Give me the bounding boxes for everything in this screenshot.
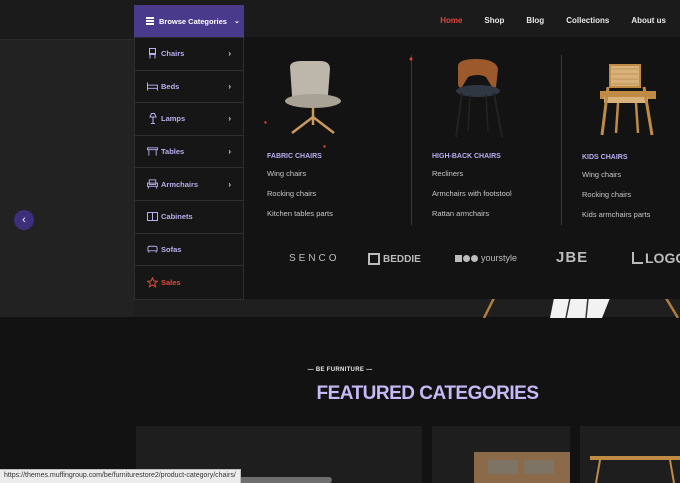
menu-link[interactable]: Rocking chairs <box>582 190 650 199</box>
menu-column-fabric-chairs: FABRIC CHAIRS Wing chairs Rocking chairs… <box>267 153 333 229</box>
chair-icon <box>147 48 158 59</box>
category-label: Sales <box>161 277 181 287</box>
hero-left-panel <box>0 40 134 317</box>
category-card[interactable] <box>432 426 570 483</box>
menu-column-kids-chairs: KIDS CHAIRS Wing chairs Rocking chairs K… <box>582 154 650 230</box>
slider-prev-button[interactable]: ‹ <box>14 210 34 230</box>
brand-logos: SENCO BEDDIE yourstyle JBE LOGO <box>244 249 680 273</box>
category-lamps[interactable]: Lamps › <box>135 103 243 136</box>
menu-link[interactable]: Rocking chairs <box>267 189 333 198</box>
nav-blog[interactable]: Blog <box>526 16 544 25</box>
brand-logo-beddie[interactable]: BEDDIE <box>368 253 421 265</box>
logo-logo-icon <box>632 252 643 264</box>
menu-link[interactable]: Kitchen tables parts <box>267 209 333 218</box>
fabric-chair-image <box>285 61 341 134</box>
decor-dot <box>264 121 267 124</box>
category-label: Tables <box>161 147 185 157</box>
sofa-icon <box>147 244 158 255</box>
menu-link[interactable]: Wing chairs <box>582 170 650 179</box>
browse-categories-button[interactable]: Browse Categories ⌄ <box>134 5 244 37</box>
category-cabinets[interactable]: Cabinets <box>135 201 243 234</box>
brand-logo-jbe[interactable]: JBE <box>556 249 588 266</box>
category-label: Chairs <box>161 49 185 59</box>
section-title: FEATURED CATEGORIES <box>316 383 539 404</box>
lamp-icon <box>147 113 158 125</box>
menu-link[interactable]: Rattan armchairs <box>432 209 512 218</box>
menu-column-high-back-chairs: HIGH-BACK CHAIRS Recliners Armchairs wit… <box>432 153 512 229</box>
nav-home[interactable]: Home <box>440 16 462 25</box>
nav-shop[interactable]: Shop <box>484 16 504 25</box>
column-title: HIGH-BACK CHAIRS <box>432 153 501 160</box>
category-tables[interactable]: Tables › <box>135 136 243 169</box>
browse-categories-label: Browse Categories <box>159 16 227 26</box>
category-sofas[interactable]: Sofas <box>135 234 243 267</box>
chevron-down-icon: ⌄ <box>233 18 240 25</box>
column-title: KIDS CHAIRS <box>582 154 628 161</box>
category-chairs[interactable]: Chairs › <box>135 38 243 71</box>
category-sales[interactable]: Sales <box>135 266 243 299</box>
decor-dot <box>323 145 326 148</box>
brand-name: BEDDIE <box>383 253 421 265</box>
cabinet-icon <box>147 211 158 222</box>
menu-link[interactable]: Recliners <box>432 169 512 178</box>
category-label: Armchairs <box>161 179 199 189</box>
hero-chair-image <box>482 298 680 318</box>
category-label: Lamps <box>161 114 186 124</box>
armchair-icon <box>147 179 158 190</box>
high-back-chair-image <box>455 59 503 138</box>
main-nav: Home Shop Blog Collections About us <box>440 0 666 40</box>
category-label: Cabinets <box>161 212 193 222</box>
nav-about-us[interactable]: About us <box>631 16 666 25</box>
beddie-logo-icon <box>368 253 380 265</box>
chevron-right-icon: › <box>228 147 231 157</box>
kids-chair-image <box>600 64 656 136</box>
column-divider <box>411 55 412 225</box>
menu-link[interactable]: Wing chairs <box>267 169 333 178</box>
chevron-right-icon: › <box>228 49 231 59</box>
column-divider <box>561 55 562 225</box>
chevron-right-icon: › <box>228 179 231 189</box>
menu-link[interactable]: Kids armchairs parts <box>582 210 650 219</box>
chairs-mega-menu: FABRIC CHAIRS Wing chairs Rocking chairs… <box>244 37 680 299</box>
menu-link[interactable]: Armchairs with footstool <box>432 189 512 198</box>
chevron-left-icon: ‹ <box>22 214 26 226</box>
categories-menu: Chairs › Beds › Lamps › Tables › Armchai… <box>134 37 244 300</box>
column-title: FABRIC CHAIRS <box>267 153 322 160</box>
chevron-right-icon: › <box>228 81 231 91</box>
hamburger-icon <box>146 17 154 25</box>
star-icon <box>147 276 158 288</box>
section-eyebrow: — BE FURNITURE — <box>307 367 373 373</box>
brand-name: yourstyle <box>481 253 518 263</box>
category-card-image <box>590 456 680 483</box>
category-card[interactable] <box>580 426 680 483</box>
category-label: Beds <box>161 81 180 91</box>
bed-icon <box>147 81 158 92</box>
category-beds[interactable]: Beds › <box>135 71 243 104</box>
brand-logo-yourstyle[interactable]: yourstyle <box>455 253 517 263</box>
nav-collections[interactable]: Collections <box>566 16 609 25</box>
chevron-right-icon: › <box>228 114 231 124</box>
category-card-image <box>474 452 570 483</box>
category-label: Sofas <box>161 244 182 254</box>
status-bar-url: https://themes.muffingroup.com/be/furnit… <box>0 469 241 483</box>
top-navbar: Home Shop Blog Collections About us <box>0 0 680 40</box>
brand-name: LOGO <box>645 250 680 266</box>
brand-logo-senco[interactable]: SENCO <box>289 253 340 264</box>
category-armchairs[interactable]: Armchairs › <box>135 168 243 201</box>
table-icon <box>147 146 158 157</box>
decor-dot <box>409 57 413 61</box>
brand-logo-logo[interactable]: LOGO <box>632 250 680 266</box>
yourstyle-logo-icon <box>455 254 478 262</box>
